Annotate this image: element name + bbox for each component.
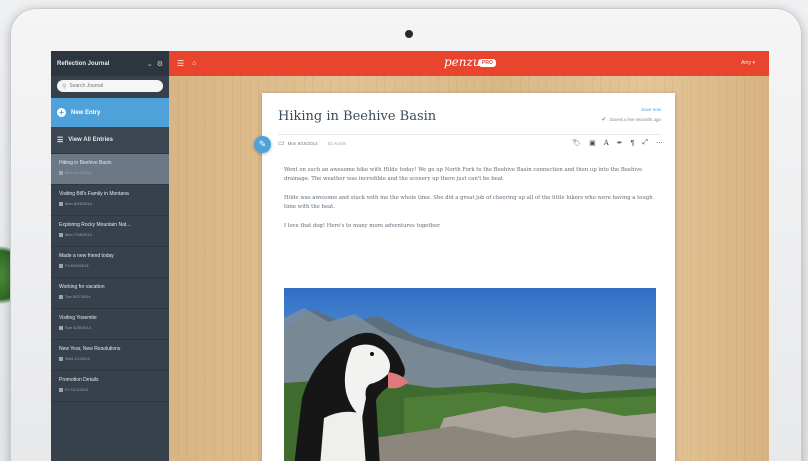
entry-paragraph: Went on such an awesome hike with Hilde … (284, 167, 643, 182)
calendar-icon (59, 170, 63, 175)
entry-title: Visiting Bill's Family in Montana (59, 191, 129, 197)
calendar-icon[interactable]: ▭ (278, 139, 285, 147)
entry-list-item[interactable]: Exploring Rocky Mountain Nat... Mon 7/28… (51, 216, 169, 247)
entry-title: Working for vacation (59, 284, 105, 290)
entry-date: Tue 5/27/2014 (59, 294, 161, 299)
user-menu[interactable]: Amy ▾ (741, 60, 755, 66)
calendar-icon (59, 201, 63, 206)
entry-date-text: Mon 9/15/2014 (65, 170, 92, 175)
entry-date: Fri 11/1/2013 (59, 387, 161, 392)
entry-date-text: Fri 6/20/2014 (65, 263, 89, 268)
entry-title: Exploring Rocky Mountain Nat... (59, 222, 131, 228)
word-count: 83 words (327, 140, 346, 146)
save-now-link[interactable]: Save now (641, 107, 661, 112)
entry-meta: ▭ Mon 9/15/2014 83 words (278, 139, 346, 147)
entry-date-text: Sun 4/20/2014 (65, 325, 92, 330)
entry-date: Mon 7/28/2014 (59, 232, 161, 237)
paragraph-icon[interactable]: ¶ (631, 140, 635, 147)
check-icon: ✔ (601, 117, 607, 123)
entry-photo[interactable] (284, 288, 656, 461)
entry-date-text: Mon 8/25/2014 (65, 201, 92, 206)
edit-pencil-button[interactable]: ✎ (254, 136, 271, 153)
entry-list-item[interactable]: Visiting Bill's Family in Montana Mon 8/… (51, 185, 169, 216)
entry-title: Visiting Yosemite (59, 315, 97, 321)
calendar-icon (59, 294, 63, 299)
entry-date: Mon 8/25/2014 (59, 201, 161, 206)
entry-paragraph: I love that dog! Here's to many more adv… (284, 223, 441, 229)
new-entry-label: New Entry (71, 109, 101, 116)
mountain-dog-photo (284, 288, 656, 461)
tag-icon[interactable]: 🏷 (572, 139, 581, 147)
sidebar: Reflection Journal ⌄ ⚙ ⚲ + New Entry ☰ V… (51, 51, 169, 461)
calendar-icon (59, 325, 63, 330)
calendar-icon (59, 356, 63, 361)
journal-title[interactable]: Reflection Journal (57, 61, 143, 67)
saved-status-text: Saved a few seconds ago (609, 117, 661, 122)
chevron-down-icon[interactable]: ⌄ (147, 60, 153, 68)
hamburger-menu-icon[interactable]: ☰ (177, 59, 184, 68)
entry-title: Promotion Details (59, 377, 99, 383)
new-entry-button[interactable]: + New Entry (51, 98, 169, 127)
calendar-icon (59, 387, 63, 392)
image-icon[interactable]: ▣ (589, 139, 596, 147)
entry-title-field[interactable]: Hiking in Beehive Basin (278, 109, 436, 124)
search-box[interactable]: ⚲ (57, 80, 163, 92)
top-bar: ☰ ⌂ penzu PRO Amy ▾ (169, 51, 769, 76)
search-icon: ⚲ (62, 83, 67, 90)
entry-date-text: Mon 7/28/2014 (65, 232, 92, 237)
entry-date-text: Wed 1/1/2014 (65, 356, 90, 361)
calendar-icon (59, 263, 63, 268)
entry-date: Mon 9/15/2014 (59, 170, 161, 175)
app-screen: Reflection Journal ⌄ ⚙ ⚲ + New Entry ☰ V… (51, 51, 769, 461)
journal-page: Hiking in Beehive Basin Save now ✔ Saved… (254, 93, 675, 461)
more-icon[interactable]: ⋯ (656, 139, 663, 147)
entry-list-item[interactable]: Hiking in Beehive Basin Mon 9/15/2014 (51, 154, 169, 185)
view-all-entries-button[interactable]: ☰ View All Entries (51, 127, 169, 154)
plus-icon: + (57, 108, 66, 117)
font-icon[interactable]: A (604, 139, 609, 147)
calendar-icon (59, 232, 63, 237)
pen-icon[interactable]: ✒ (617, 139, 623, 147)
saved-status: ✔ Saved a few seconds ago (601, 116, 661, 123)
editor-toolbar: 🏷 ▣ A ✒ ¶ ⤢ ⋯ (572, 139, 663, 147)
pro-badge: PRO (479, 59, 496, 67)
entry-list-item[interactable]: New Year, New Resolutions Wed 1/1/2014 (51, 340, 169, 371)
entry-date-text: Tue 5/27/2014 (65, 294, 91, 299)
entry-date-field[interactable]: Mon 9/15/2014 (288, 141, 318, 146)
home-icon[interactable]: ⌂ (192, 60, 196, 67)
brand-logo[interactable]: penzu (444, 55, 481, 69)
view-all-label: View All Entries (68, 137, 113, 143)
entry-title: Hiking in Beehive Basin (59, 160, 112, 166)
entry-date: Sun 4/20/2014 (59, 325, 161, 330)
entry-title: Made a new friend today (59, 253, 114, 259)
entry-date: Fri 6/20/2014 (59, 263, 161, 268)
entry-list-item[interactable]: Promotion Details Fri 11/1/2013 (51, 371, 169, 402)
webcam (405, 30, 413, 38)
entry-body[interactable]: Went on such an awesome hike with Hilde … (284, 166, 656, 241)
entry-list-item[interactable]: Working for vacation Tue 5/27/2014 (51, 278, 169, 309)
entry-title: New Year, New Resolutions (59, 346, 121, 352)
gear-icon[interactable]: ⚙ (157, 60, 163, 68)
entry-paragraph: Hilde was awesome and stuck with me the … (284, 195, 653, 210)
fullscreen-icon[interactable]: ⤢ (642, 139, 648, 147)
entry-date-text: Fri 11/1/2013 (65, 387, 89, 392)
entry-list: Hiking in Beehive Basin Mon 9/15/2014 Vi… (51, 154, 169, 402)
entry-list-item[interactable]: Made a new friend today Fri 6/20/2014 (51, 247, 169, 278)
search-input[interactable] (69, 83, 158, 89)
entry-list-item[interactable]: Visiting Yosemite Sun 4/20/2014 (51, 309, 169, 340)
entry-date: Wed 1/1/2014 (59, 356, 161, 361)
divider (278, 134, 661, 135)
wood-background: Hiking in Beehive Basin Save now ✔ Saved… (169, 76, 769, 461)
list-icon: ☰ (57, 137, 64, 144)
sidebar-header: Reflection Journal ⌄ ⚙ (51, 51, 169, 76)
